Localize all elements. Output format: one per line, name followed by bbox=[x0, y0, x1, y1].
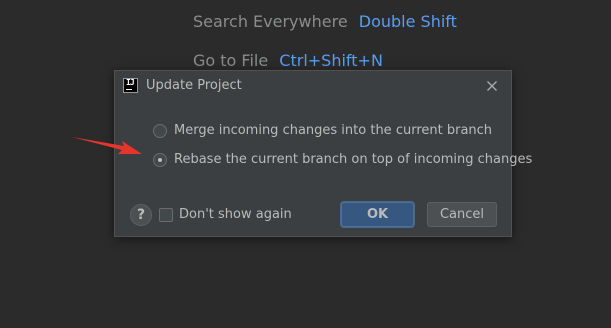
close-button[interactable] bbox=[483, 77, 501, 95]
dont-show-again-checkbox[interactable] bbox=[159, 208, 173, 222]
close-icon bbox=[487, 81, 497, 91]
radio-button-merge[interactable] bbox=[153, 124, 167, 138]
hint-shortcut: Ctrl+Shift+N bbox=[279, 51, 383, 70]
hint-label: Go to File bbox=[193, 51, 269, 70]
hint-go-to-file: Go to File Ctrl+Shift+N bbox=[193, 51, 383, 70]
help-button[interactable]: ? bbox=[130, 204, 152, 226]
cancel-button[interactable]: Cancel bbox=[427, 202, 497, 227]
hint-shortcut: Double Shift bbox=[358, 12, 457, 31]
hint-label: Search Everywhere bbox=[193, 12, 348, 31]
arrow-icon bbox=[72, 137, 142, 154]
radio-selected-dot bbox=[158, 158, 162, 162]
intellij-app-icon: IJ bbox=[123, 78, 138, 93]
ok-button[interactable]: OK bbox=[341, 202, 414, 227]
radio-label-merge[interactable]: Merge incoming changes into the current … bbox=[174, 123, 492, 138]
radio-button-rebase[interactable] bbox=[153, 153, 167, 167]
hint-search-everywhere: Search Everywhere Double Shift bbox=[193, 12, 457, 31]
dont-show-again-label[interactable]: Don't show again bbox=[179, 207, 292, 222]
radio-label-rebase[interactable]: Rebase the current branch on top of inco… bbox=[174, 152, 532, 167]
dialog-titlebar[interactable]: IJ Update Project bbox=[115, 71, 511, 101]
update-project-dialog: IJ Update Project Merge incoming changes… bbox=[114, 70, 532, 237]
red-arrow-annotation bbox=[72, 137, 142, 154]
dialog-title: Update Project bbox=[146, 78, 242, 93]
